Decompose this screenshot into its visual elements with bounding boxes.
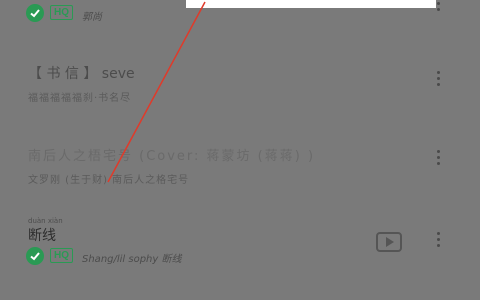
song-list: HQ 郭尚 【 书 信 】 seve 福福福福福刹·书名尽 南后人之梧宅号 (C…	[0, 0, 480, 300]
hq-badge: HQ	[50, 5, 73, 20]
song-row[interactable]: 【 书 信 】 seve 福福福福福刹·书名尽	[0, 55, 480, 105]
check-icon	[26, 4, 44, 22]
video-play-icon[interactable]	[376, 232, 402, 252]
song-subtitle: 福福福福福刹·书名尽	[28, 93, 132, 104]
title-pinyin: duàn xiàn	[28, 217, 63, 225]
song-title: 断线	[28, 228, 56, 244]
hq-badge: HQ	[50, 248, 73, 263]
song-row[interactable]: HQ 郭尚	[0, 0, 480, 30]
check-icon	[26, 247, 44, 265]
more-options-icon[interactable]	[437, 71, 441, 86]
song-title: 【 书 信 】 seve	[28, 66, 135, 82]
song-artist: 郭尚	[82, 12, 102, 23]
song-row[interactable]: 南后人之梧宅号 (Cover: 蒋蒙坊 (蒋蒋) ) 文罗刚 (生于财) 南后人…	[0, 135, 480, 190]
song-subtitle: 文罗刚 (生于财) 南后人之格宅号	[28, 175, 190, 186]
song-title: 南后人之梧宅号 (Cover: 蒋蒙坊 (蒋蒋) )	[28, 149, 316, 164]
song-row[interactable]: duàn xiàn 断线 HQ Shang/lil sophy 断线	[0, 215, 480, 275]
song-artist: Shang/lil sophy 断线	[82, 254, 182, 265]
more-options-icon[interactable]	[437, 232, 441, 247]
more-options-icon[interactable]	[437, 150, 441, 165]
